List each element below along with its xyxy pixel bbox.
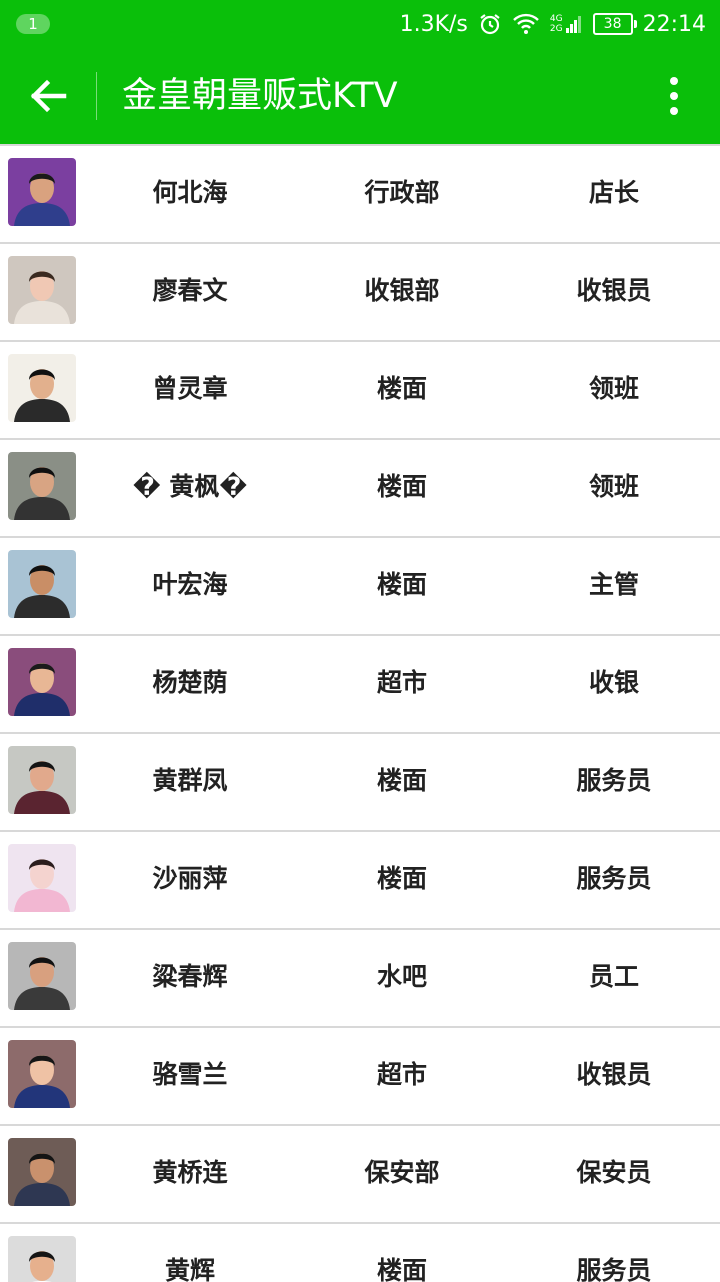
employee-row[interactable]: 黄群凤 楼面 服务员	[0, 734, 720, 832]
employee-department: 楼面	[376, 1256, 427, 1282]
page-title: 金皇朝量贩式KTV	[122, 76, 398, 116]
employee-name: 何北海	[152, 178, 228, 207]
more-vertical-icon	[670, 77, 678, 115]
employee-name: 粱春辉	[152, 962, 228, 991]
network-speed: 1.3K/s	[399, 11, 468, 37]
employee-name: 杨楚荫	[152, 668, 228, 697]
employee-avatar	[8, 648, 76, 716]
employee-avatar	[8, 942, 76, 1010]
employee-position: 服务员	[576, 864, 652, 893]
employee-position: 员工	[588, 962, 639, 991]
employee-avatar	[8, 1040, 76, 1108]
status-indicators: 1.3K/s 4G 2G 38 22:14	[400, 0, 706, 48]
employee-department: 行政部	[364, 178, 440, 207]
employee-position: 店长	[588, 178, 639, 207]
employee-row[interactable]: 粱春辉 水吧 员工	[0, 930, 720, 1028]
network-type-bottom: 2G	[549, 24, 563, 34]
clock-time: 22:14	[642, 11, 706, 37]
employee-department: 保安部	[364, 1158, 440, 1187]
employee-department: 楼面	[376, 570, 427, 599]
wifi-icon	[512, 13, 540, 35]
employee-name: 黄辉	[164, 1256, 215, 1282]
employee-name: 骆雪兰	[152, 1060, 228, 1089]
employee-department: 超市	[376, 1060, 427, 1089]
cellular-signal-icon: 4G 2G	[550, 14, 583, 34]
employee-name: 曾灵章	[152, 374, 228, 403]
battery-icon: 38	[592, 13, 637, 35]
employee-avatar	[8, 1236, 76, 1282]
employee-list[interactable]: 何北海 行政部 店长 廖春文 收银部 收银员 曾灵章 楼面 领班 � 黄枫� 楼面 领班 叶宏海 楼面 主管…	[0, 144, 720, 1282]
employee-avatar	[8, 1138, 76, 1206]
app-bar: 金皇朝量贩式KTV	[0, 48, 720, 144]
employee-avatar	[8, 158, 76, 226]
employee-department: 水吧	[376, 962, 427, 991]
employee-row[interactable]: 叶宏海 楼面 主管	[0, 538, 720, 636]
employee-avatar	[8, 844, 76, 912]
app-bar-divider	[96, 72, 97, 120]
employee-department: 楼面	[376, 766, 427, 795]
employee-position: 收银	[588, 668, 639, 697]
employee-position: 领班	[588, 472, 639, 501]
employee-department: 楼面	[376, 374, 427, 403]
employee-name: 黄桥连	[152, 1158, 228, 1187]
employee-row[interactable]: � 黄枫� 楼面 领班	[0, 440, 720, 538]
employee-row[interactable]: 骆雪兰 超市 收银员	[0, 1028, 720, 1126]
employee-position: 收银员	[576, 1060, 652, 1089]
alarm-icon	[478, 12, 502, 36]
employee-avatar	[8, 256, 76, 324]
employee-department: 楼面	[376, 472, 427, 501]
arrow-left-icon	[30, 79, 67, 113]
notification-count-badge: 1	[16, 14, 50, 34]
status-bar: 1 1.3K/s 4G 2G 38 22:14	[0, 0, 720, 48]
employee-name: � 黄枫�	[132, 472, 248, 501]
employee-position: 主管	[588, 570, 639, 599]
employee-row[interactable]: 黄桥连 保安部 保安员	[0, 1126, 720, 1224]
more-options-button[interactable]	[654, 72, 694, 120]
employee-avatar	[8, 354, 76, 422]
employee-name: 廖春文	[152, 276, 228, 305]
employee-department: 超市	[376, 668, 427, 697]
back-button[interactable]	[22, 72, 74, 120]
employee-position: 领班	[588, 374, 639, 403]
employee-row[interactable]: 曾灵章 楼面 领班	[0, 342, 720, 440]
employee-name: 黄群凤	[152, 766, 228, 795]
employee-position: 服务员	[576, 1256, 652, 1282]
employee-avatar	[8, 452, 76, 520]
employee-position: 收银员	[576, 276, 652, 305]
employee-row[interactable]: 廖春文 收银部 收银员	[0, 244, 720, 342]
employee-row[interactable]: 杨楚荫 超市 收银	[0, 636, 720, 734]
network-type-top: 4G	[549, 14, 563, 24]
employee-avatar	[8, 746, 76, 814]
employee-department: 楼面	[376, 864, 427, 893]
employee-avatar	[8, 550, 76, 618]
employee-row[interactable]: 黄辉 楼面 服务员	[0, 1224, 720, 1282]
employee-row[interactable]: 沙丽萍 楼面 服务员	[0, 832, 720, 930]
employee-department: 收银部	[364, 276, 440, 305]
employee-position: 服务员	[576, 766, 652, 795]
employee-row[interactable]: 何北海 行政部 店长	[0, 146, 720, 244]
employee-name: 沙丽萍	[152, 864, 228, 893]
employee-name: 叶宏海	[152, 570, 228, 599]
employee-position: 保安员	[576, 1158, 652, 1187]
